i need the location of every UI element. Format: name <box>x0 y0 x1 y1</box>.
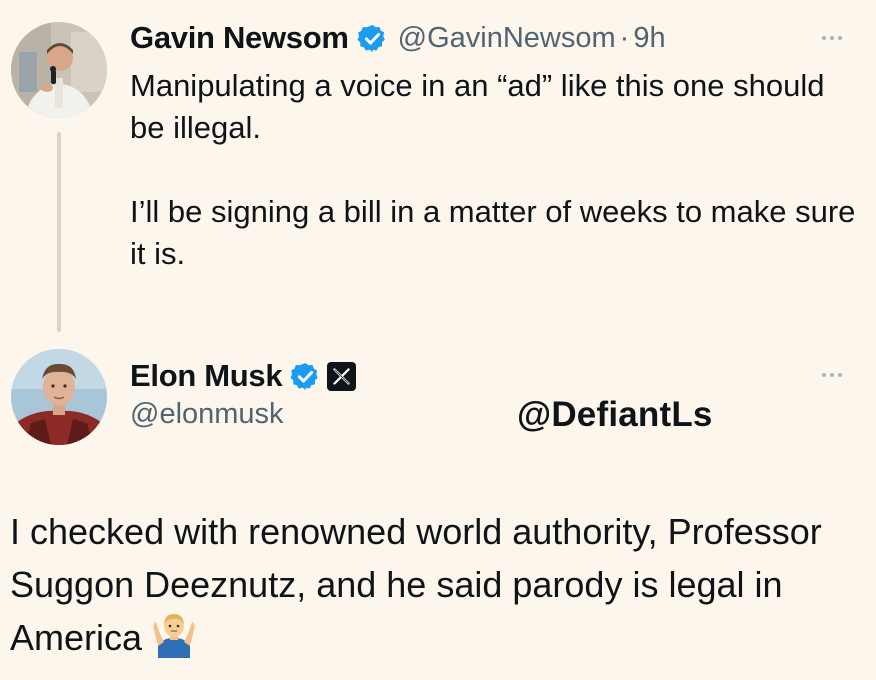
tweet-paragraph-2: I’ll be signing a bill in a matter of we… <box>130 194 856 271</box>
more-options-icon[interactable] <box>822 36 842 40</box>
x-logo-icon[interactable] <box>327 361 357 391</box>
screenshot-canvas: Gavin Newsom @GavinNewsom · 9h Manipulat… <box>0 0 876 680</box>
musk-reply-body: I checked with renowned world authority,… <box>10 505 860 664</box>
timestamp[interactable]: 9h <box>633 22 665 55</box>
verified-badge-icon <box>290 361 321 392</box>
tweet-paragraph-1: Manipulating a voice in an “ad” like thi… <box>130 68 825 145</box>
reply-text: I checked with renowned world authority,… <box>10 511 822 658</box>
newsom-tweet-body: Manipulating a voice in an “ad” like thi… <box>130 65 860 275</box>
person-photo-avatar-icon <box>11 22 107 118</box>
verified-badge-icon <box>357 23 388 54</box>
newsom-avatar[interactable] <box>11 22 107 118</box>
separator-dot: · <box>619 21 630 54</box>
person-photo-avatar-icon <box>11 349 107 445</box>
person-shrugging-emoji-icon <box>150 612 198 658</box>
author-name[interactable]: Gavin Newsom <box>130 20 349 56</box>
more-options-icon[interactable] <box>822 373 842 377</box>
thread-connector-line <box>57 132 61 332</box>
author-name[interactable]: Elon Musk <box>130 358 283 394</box>
author-handle[interactable]: @GavinNewsom <box>398 22 616 55</box>
musk-reply-header: Elon Musk <box>130 358 357 394</box>
newsom-tweet-header: Gavin Newsom @GavinNewsom · 9h <box>130 20 666 56</box>
watermark-text: @DefiantLs <box>517 395 713 434</box>
author-handle[interactable]: @elonmusk <box>130 398 284 431</box>
musk-avatar[interactable] <box>11 349 107 445</box>
musk-handle-row: @elonmusk <box>130 398 284 431</box>
